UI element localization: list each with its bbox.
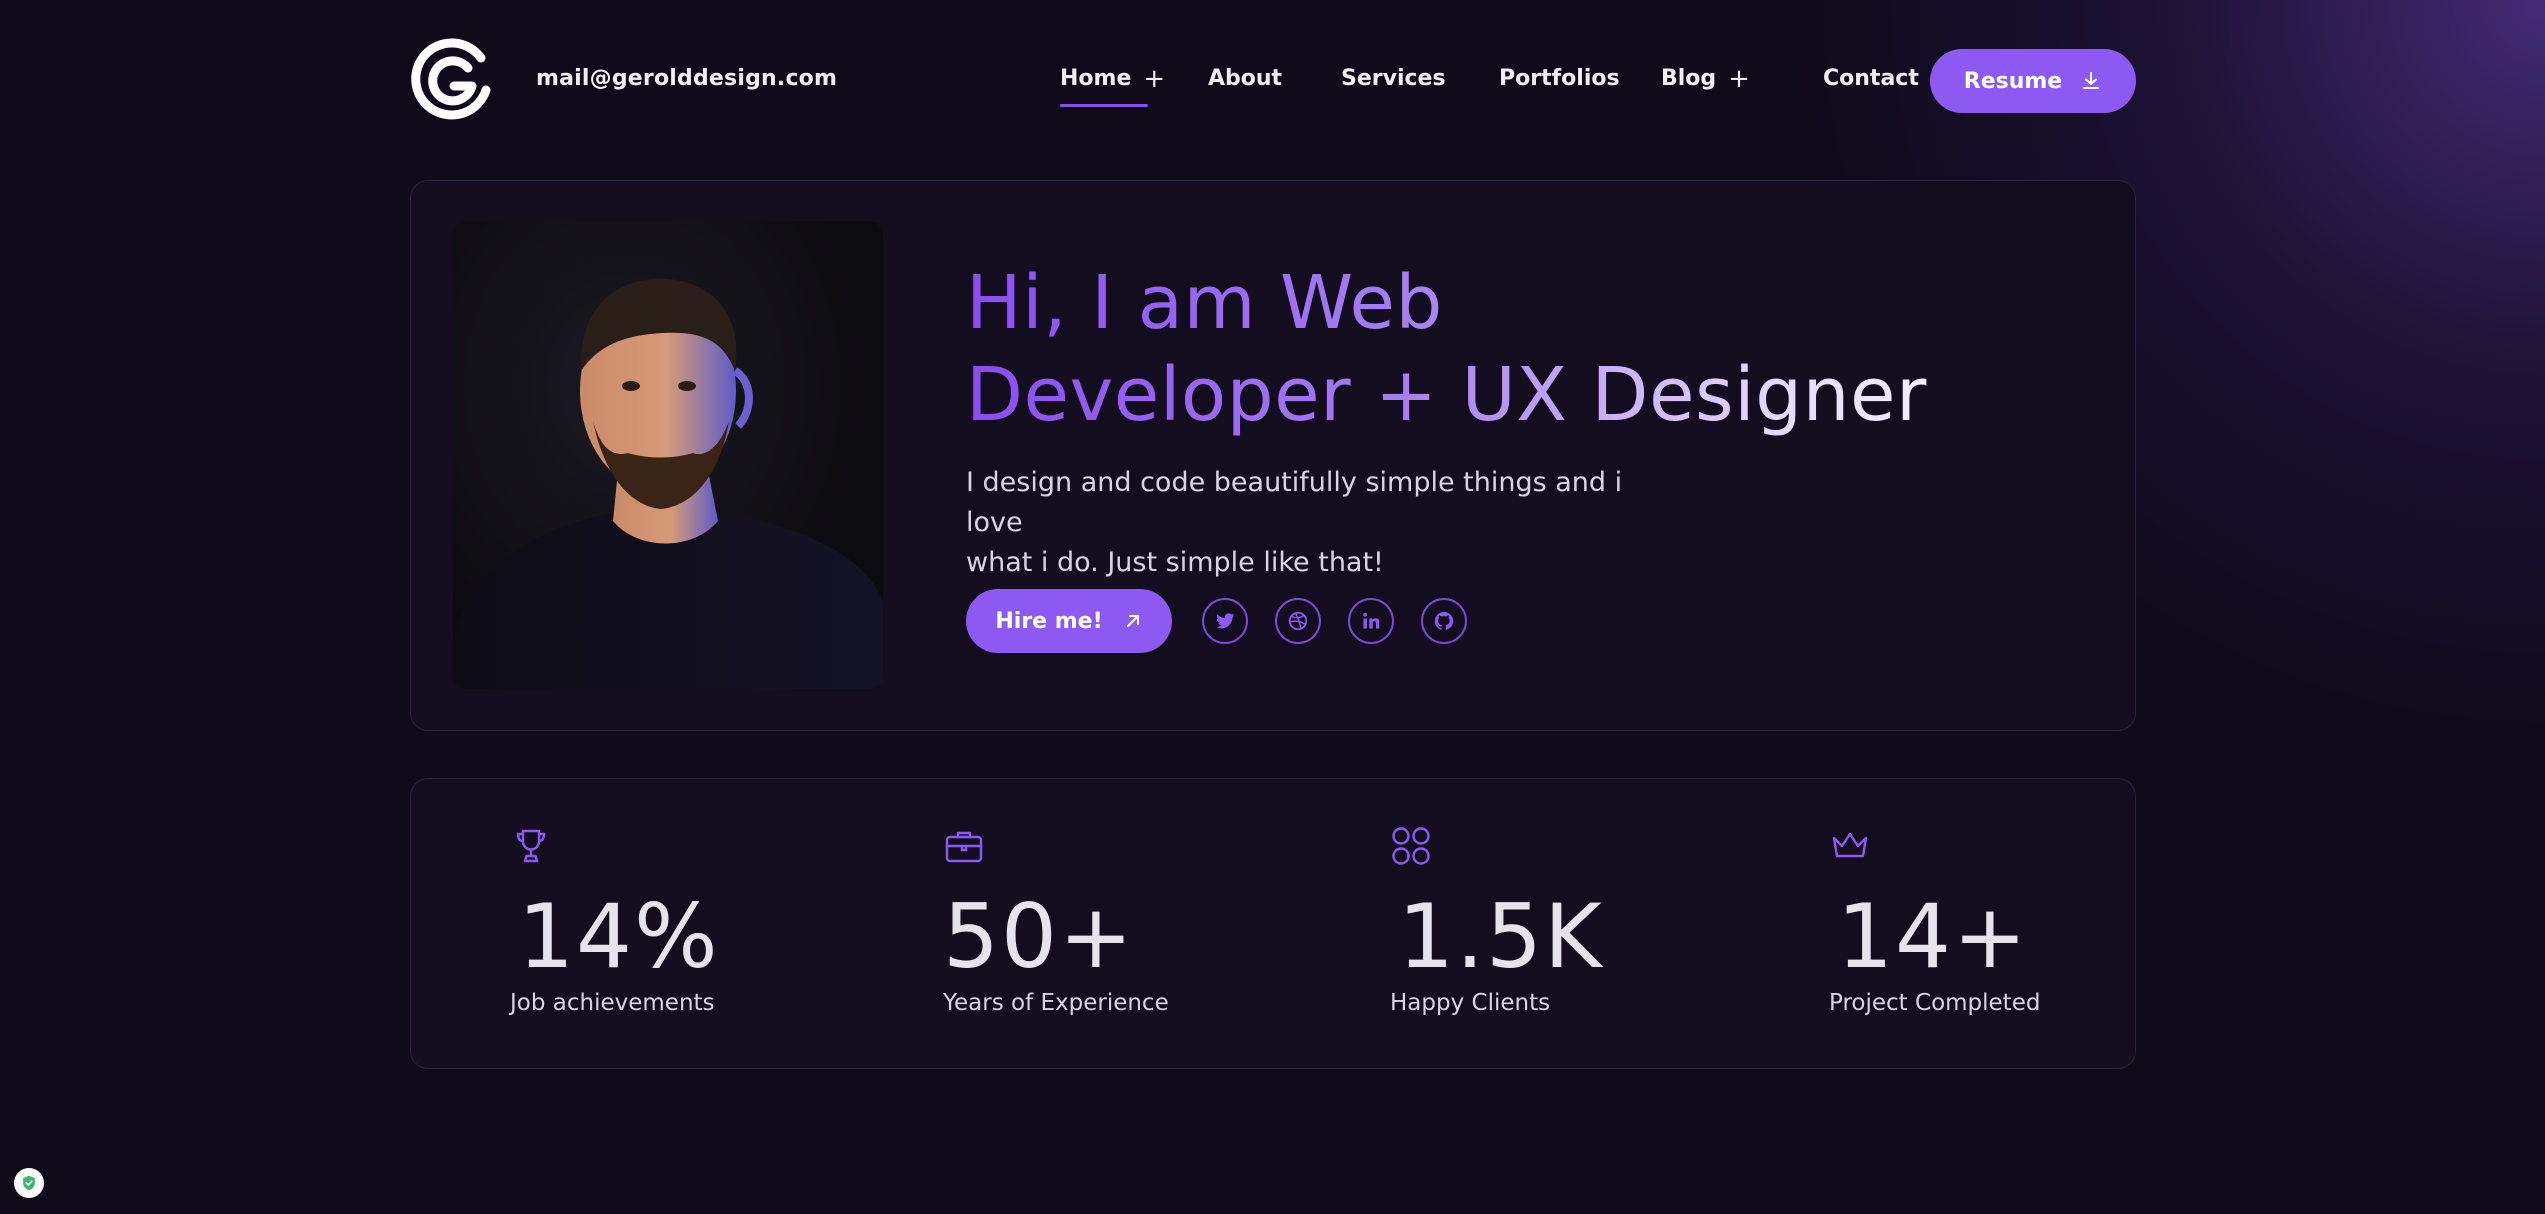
dribbble-link[interactable] bbox=[1275, 598, 1321, 644]
briefcase-icon bbox=[945, 831, 983, 863]
hero-title-line: Hi, I am Web bbox=[966, 260, 1443, 346]
twitter-link[interactable] bbox=[1202, 598, 1248, 644]
shield-icon bbox=[23, 1175, 35, 1191]
nav-item-label: Contact bbox=[1823, 66, 1919, 91]
hero-subtitle-line: I design and code beautifully simple thi… bbox=[966, 467, 1623, 538]
crown-icon bbox=[1832, 832, 1868, 858]
linkedin-icon bbox=[1363, 612, 1380, 629]
trophy-icon bbox=[516, 829, 546, 863]
nav-item-label: Portfolios bbox=[1499, 66, 1620, 91]
github-link[interactable] bbox=[1421, 598, 1467, 644]
hero-card: Hi, I am Web Developer + UX Designer I d… bbox=[410, 180, 2136, 731]
stat-value: 14+ bbox=[1837, 885, 2029, 988]
hire-me-label: Hire me! bbox=[995, 608, 1103, 634]
stat-label: Years of Experience bbox=[943, 990, 1169, 1016]
logo[interactable] bbox=[410, 38, 492, 120]
stats-card: 14% Job achievements 50+ Years of Experi… bbox=[410, 778, 2136, 1069]
dribbble-icon bbox=[1288, 611, 1308, 631]
plus-icon: + bbox=[1143, 63, 1166, 94]
portrait-image bbox=[453, 278, 883, 689]
stat-label: Job achievements bbox=[510, 990, 715, 1016]
nav-item-contact[interactable]: Contact bbox=[1823, 66, 1919, 91]
nav-item-label: Home bbox=[1060, 66, 1132, 91]
linkedin-link[interactable] bbox=[1348, 598, 1394, 644]
contact-email[interactable]: mail@gerolddesign.com bbox=[536, 66, 837, 91]
stat-label: Happy Clients bbox=[1390, 990, 1551, 1016]
hero-subtitle: I design and code beautifully simple thi… bbox=[966, 463, 1686, 583]
github-icon bbox=[1434, 611, 1454, 630]
logo-mark-icon bbox=[411, 38, 491, 120]
nav-item-label: Blog bbox=[1661, 66, 1717, 91]
download-icon bbox=[2083, 72, 2100, 89]
arrow-up-right-icon bbox=[1126, 615, 1139, 627]
resume-button[interactable]: Resume bbox=[1930, 49, 2136, 113]
site-header: mail@gerolddesign.com Home + About Servi… bbox=[410, 38, 2136, 124]
hero-subtitle-line: what i do. Just simple like that! bbox=[966, 547, 1384, 578]
nav-item-home[interactable]: Home + bbox=[1060, 63, 1166, 94]
security-badge[interactable] bbox=[14, 1168, 44, 1198]
hero-title: Hi, I am Web Developer + UX Designer bbox=[966, 257, 2066, 441]
nav-item-label: About bbox=[1208, 66, 1283, 91]
stat-value: 50+ bbox=[943, 885, 1135, 988]
hero-title-line: Developer + UX Designer bbox=[966, 352, 1927, 438]
nav-item-label: Services bbox=[1341, 66, 1446, 91]
stat-label: Project Completed bbox=[1829, 990, 2041, 1016]
hire-me-button[interactable]: Hire me! bbox=[966, 589, 1172, 653]
active-nav-indicator bbox=[1060, 104, 1148, 107]
grid-circles-icon bbox=[1392, 827, 1430, 865]
nav-item-services[interactable]: Services bbox=[1341, 66, 1446, 91]
twitter-icon bbox=[1215, 613, 1235, 629]
resume-button-label: Resume bbox=[1963, 68, 2063, 94]
nav-item-about[interactable]: About bbox=[1208, 66, 1282, 91]
plus-icon: + bbox=[1728, 63, 1750, 94]
nav-item-blog[interactable]: Blog + bbox=[1661, 63, 1750, 94]
profile-photo bbox=[453, 221, 883, 689]
stat-value: 1.5K bbox=[1398, 885, 1604, 988]
stat-value: 14% bbox=[518, 885, 720, 988]
nav-item-portfolios[interactable]: Portfolios bbox=[1499, 66, 1620, 91]
